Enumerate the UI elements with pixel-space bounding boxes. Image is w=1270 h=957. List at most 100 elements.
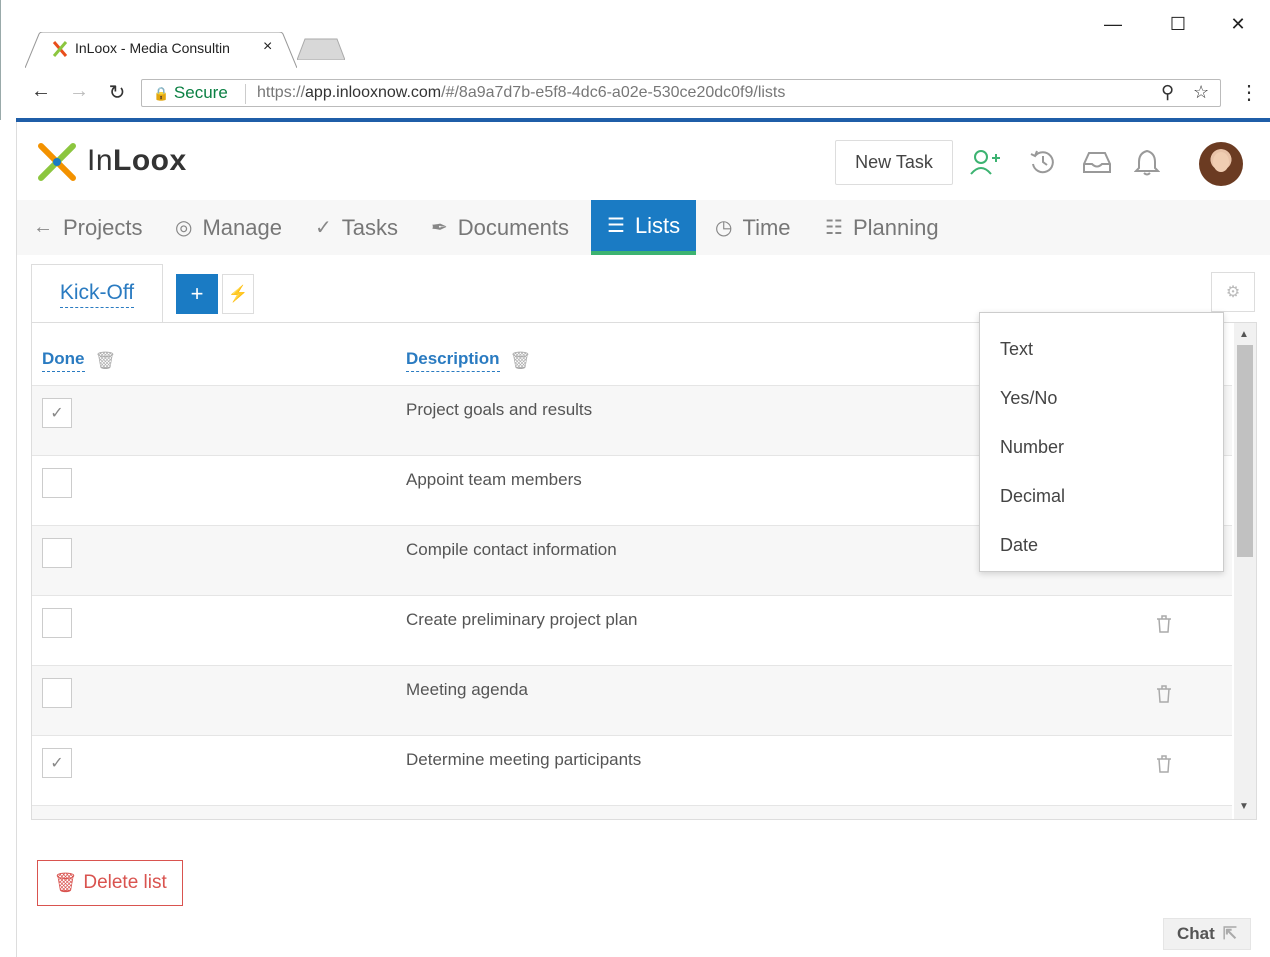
new-tab-button[interactable] bbox=[297, 38, 345, 60]
back-arrow-icon[interactable]: ← bbox=[29, 80, 53, 103]
list-tab-kick-off[interactable]: Kick-Off bbox=[31, 264, 163, 324]
scroll-up-icon[interactable]: ▲ bbox=[1239, 329, 1249, 340]
delete-list-label: Delete list bbox=[83, 872, 167, 893]
logo-text-light: In bbox=[87, 144, 114, 177]
done-checkbox[interactable] bbox=[42, 678, 72, 708]
maximize-icon[interactable]: ☐ bbox=[1163, 14, 1193, 35]
lock-icon: 🔒 bbox=[153, 86, 170, 101]
close-window-icon[interactable]: ✕ bbox=[1223, 14, 1253, 35]
url-prefix: https:// bbox=[257, 84, 306, 101]
trash-icon[interactable]: 🗑 bbox=[95, 351, 117, 371]
table-row: Create preliminary project plan bbox=[32, 596, 1232, 666]
url-path: /#/8a9a7d7b-e5f8-4dc6-a02e-530ce20dc0f9/… bbox=[441, 84, 786, 101]
inloox-logo-icon bbox=[38, 143, 76, 181]
star-icon[interactable]: ☆ bbox=[1193, 82, 1209, 103]
more-icon[interactable]: ⋮ bbox=[1239, 80, 1259, 105]
delete-list-button[interactable]: 🗑 Delete list bbox=[37, 860, 183, 906]
column-type-dropdown: Text Yes/No Number Decimal Date bbox=[979, 312, 1224, 572]
chat-button[interactable]: Chat ⇱ bbox=[1163, 918, 1251, 950]
nav-label: Projects bbox=[63, 214, 143, 240]
address-separator bbox=[245, 84, 246, 104]
url-host: app.inlooxnow.com bbox=[305, 84, 442, 101]
browser-chrome: InLoox - Media Consultin × — ☐ ✕ ← → ↻ 🔒… bbox=[0, 0, 1270, 120]
logo-text-bold: Loox bbox=[113, 144, 187, 177]
column-header-description[interactable]: Description 🗑 bbox=[406, 349, 531, 372]
inbox-icon[interactable] bbox=[1081, 146, 1113, 178]
nav-projects[interactable]: ← Projects bbox=[33, 200, 142, 255]
forward-arrow-icon[interactable]: → bbox=[67, 80, 91, 103]
table-scrollbar[interactable]: ▲ ▼ bbox=[1234, 323, 1256, 819]
nav-label: Tasks bbox=[341, 214, 399, 240]
row-description[interactable]: Meeting agenda bbox=[406, 680, 528, 700]
nav-planning[interactable]: ☷ Planning bbox=[825, 200, 939, 255]
scroll-thumb[interactable] bbox=[1237, 345, 1253, 557]
main-nav: ← Projects ◎ Manage ✓ Tasks ✒ Documents ☰ Lis… bbox=[17, 200, 1270, 255]
list-icon: ☰ bbox=[607, 215, 625, 237]
list-tab-label: Kick-Off bbox=[59, 281, 135, 308]
dropdown-item-text[interactable]: Text bbox=[1000, 339, 1033, 360]
paperclip-icon: ✒ bbox=[431, 217, 448, 239]
nav-lists[interactable]: ☰ Lists bbox=[591, 200, 697, 255]
new-task-button[interactable]: New Task bbox=[835, 140, 953, 185]
secure-label: Secure bbox=[173, 83, 228, 102]
history-icon[interactable] bbox=[1027, 146, 1059, 178]
nav-label: Manage bbox=[202, 214, 282, 240]
dropdown-item-date[interactable]: Date bbox=[1000, 535, 1038, 556]
table-row bbox=[32, 806, 1232, 819]
logo-text: InLoox bbox=[87, 144, 187, 178]
done-checkbox[interactable] bbox=[42, 538, 72, 568]
nav-label: Time bbox=[742, 214, 791, 240]
dropdown-item-decimal[interactable]: Decimal bbox=[1000, 486, 1065, 507]
add-list-button[interactable]: + bbox=[176, 274, 218, 314]
add-user-icon[interactable] bbox=[969, 146, 1001, 178]
table-row: ✓ Determine meeting participants bbox=[32, 736, 1232, 806]
url-text[interactable]: https://app.inlooxnow.com/#/8a9a7d7b-e5f… bbox=[257, 84, 785, 102]
gear-icon[interactable]: ⚙ bbox=[1211, 272, 1255, 312]
column-label: Done bbox=[42, 349, 85, 372]
user-avatar[interactable] bbox=[1199, 142, 1243, 186]
zoom-icon[interactable]: ⚲ bbox=[1161, 82, 1174, 103]
done-checkbox[interactable]: ✓ bbox=[42, 398, 72, 428]
nav-documents[interactable]: ✒ Documents bbox=[431, 200, 569, 255]
row-description[interactable]: Appoint team members bbox=[406, 470, 582, 490]
chat-label: Chat bbox=[1176, 924, 1215, 943]
clock-icon: ◷ bbox=[715, 217, 733, 239]
target-icon: ◎ bbox=[175, 217, 193, 239]
nav-label: Lists bbox=[634, 212, 681, 238]
trash-icon: 🗑 bbox=[53, 873, 78, 894]
row-description[interactable]: Create preliminary project plan bbox=[406, 610, 638, 630]
row-description[interactable]: Determine meeting participants bbox=[406, 750, 641, 770]
reload-icon[interactable]: ↻ bbox=[105, 80, 129, 105]
lightbulb-icon[interactable]: ⚡ bbox=[222, 274, 254, 314]
column-header-done[interactable]: Done 🗑 bbox=[42, 349, 116, 372]
trash-icon[interactable] bbox=[1152, 682, 1176, 706]
nav-label: Planning bbox=[852, 214, 939, 240]
tab-close-icon[interactable]: × bbox=[263, 38, 272, 56]
tab-title: InLoox - Media Consultin bbox=[75, 40, 230, 56]
table-row: Meeting agenda bbox=[32, 666, 1232, 736]
checklist-icon: ☷ bbox=[825, 217, 843, 239]
trash-icon[interactable]: 🗑 bbox=[510, 351, 532, 371]
trash-icon[interactable] bbox=[1152, 612, 1176, 636]
done-checkbox[interactable]: ✓ bbox=[42, 748, 72, 778]
bell-icon[interactable] bbox=[1131, 146, 1163, 178]
dropdown-item-yes-no[interactable]: Yes/No bbox=[1000, 388, 1057, 409]
secure-indicator[interactable]: 🔒 Secure bbox=[153, 83, 228, 103]
nav-time[interactable]: ◷ Time bbox=[715, 200, 791, 255]
minimize-icon[interactable]: — bbox=[1098, 14, 1128, 35]
done-checkbox[interactable] bbox=[42, 468, 72, 498]
nav-manage[interactable]: ◎ Manage bbox=[175, 200, 282, 255]
row-description[interactable]: Project goals and results bbox=[406, 400, 592, 420]
trash-icon[interactable] bbox=[1152, 752, 1176, 776]
nav-label: Documents bbox=[457, 214, 570, 240]
arrow-left-icon: ← bbox=[33, 216, 53, 238]
done-checkbox[interactable] bbox=[42, 608, 72, 638]
column-label: Description bbox=[406, 349, 500, 372]
inloox-favicon-icon bbox=[52, 41, 68, 57]
row-description[interactable]: Compile contact information bbox=[406, 540, 617, 560]
scroll-down-icon[interactable]: ▼ bbox=[1239, 801, 1249, 812]
dropdown-item-number[interactable]: Number bbox=[1000, 437, 1064, 458]
nav-tasks[interactable]: ✓ Tasks bbox=[315, 200, 398, 255]
expand-icon: ⇱ bbox=[1222, 924, 1238, 943]
app-container: InLoox New Task ← Projects ◎ Manage ✓ Tasks… bbox=[16, 122, 1270, 957]
